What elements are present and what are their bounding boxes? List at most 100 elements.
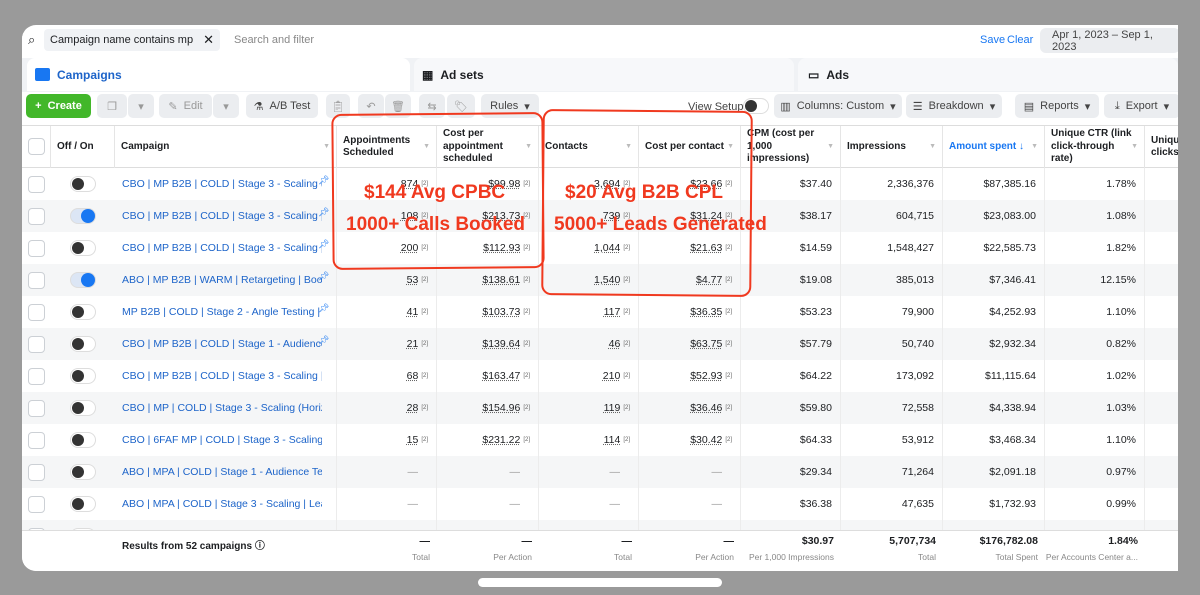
clear-filter-link[interactable]: Clear bbox=[1007, 34, 1033, 46]
campaign-name-link[interactable]: MP B2B | COLD | Stage 2 - Angle Testing … bbox=[122, 296, 322, 328]
date-range-picker[interactable]: Apr 1, 2023 – Sep 1, 2023 bbox=[1040, 28, 1178, 53]
attribution-marker[interactable]: [2] bbox=[725, 437, 732, 443]
campaign-toggle[interactable] bbox=[70, 208, 96, 224]
sort-caret-icon[interactable]: ▼ bbox=[929, 143, 936, 152]
campaign-toggle[interactable] bbox=[70, 240, 96, 256]
row-checkbox[interactable] bbox=[28, 176, 45, 193]
pin-icon[interactable]: 📌︎ bbox=[318, 239, 329, 250]
attribution-marker[interactable]: [2] bbox=[421, 437, 428, 443]
attribution-marker[interactable]: [2] bbox=[623, 405, 630, 411]
table-row[interactable]: MP B2B | COLD | Stage 2 - Angle Testing … bbox=[22, 296, 1178, 328]
table-row[interactable]: ABO | MPA | COLD | Stage 3 - Scaling | L… bbox=[22, 488, 1178, 520]
edit-button[interactable]: ✎ Edit bbox=[159, 94, 212, 118]
column-header-amount-spent[interactable]: Amount spent ↓ ▼ bbox=[942, 126, 1044, 168]
column-header-impressions[interactable]: Impressions ▼ bbox=[840, 126, 942, 168]
reports-button[interactable]: ▤ Reports ▾ bbox=[1015, 94, 1099, 118]
campaign-name-link[interactable]: CBO | MP B2B | COLD | Stage 3 - Scaling … bbox=[122, 200, 322, 232]
row-checkbox[interactable] bbox=[28, 336, 45, 353]
table-row[interactable]: CBO | MP | COLD | Stage 3 - Scaling (Hor… bbox=[22, 392, 1178, 424]
campaign-name-link[interactable]: ABO | MP B2B | WARM | Retargeting | Boo.… bbox=[122, 264, 322, 296]
table-row[interactable]: CBO | 6FAF MP | COLD | Stage 3 - Scaling… bbox=[22, 424, 1178, 456]
info-icon[interactable]: ⓘ bbox=[255, 541, 265, 552]
campaign-name-link[interactable]: ABO | MPA | COLD | Stage 1 - Audience Te… bbox=[122, 456, 322, 488]
campaign-name-link[interactable]: CBO | MP B2B | COLD | Stage 3 - Scaling … bbox=[122, 232, 322, 264]
table-row[interactable]: CBO | MP B2B | COLD | Stage 3 - Scaling … bbox=[22, 360, 1178, 392]
campaign-name-link[interactable]: CBO | MP B2B | COLD | Stage 3 - Scaling … bbox=[122, 168, 322, 200]
column-header-unique-ctr[interactable]: Unique CTR (link click-through rate) ▼ bbox=[1044, 126, 1144, 168]
attribution-marker[interactable]: [2] bbox=[623, 373, 630, 379]
edit-dropdown[interactable]: ▾ bbox=[213, 94, 239, 118]
attribution-marker[interactable]: [2] bbox=[523, 437, 530, 443]
row-checkbox[interactable] bbox=[28, 432, 45, 449]
row-checkbox[interactable] bbox=[28, 400, 45, 417]
table-row[interactable]: ABO | MPA | COLD | Stage 1 - Audience Te… bbox=[22, 456, 1178, 488]
column-header-campaign[interactable]: Campaign ▼ bbox=[114, 126, 336, 168]
export-button[interactable]: ⤓ Export ▾ bbox=[1104, 94, 1178, 118]
campaign-name-link[interactable]: CBO | 6FAF MP | COLD | Stage 3 - Scaling… bbox=[122, 424, 322, 456]
row-checkbox[interactable] bbox=[28, 368, 45, 385]
tab-ad-sets[interactable]: ▦ Ad sets bbox=[414, 58, 794, 91]
campaign-name-link[interactable]: CBO | MP B2B | COLD | Stage 1 - Audience… bbox=[122, 328, 322, 360]
campaign-toggle[interactable] bbox=[70, 336, 96, 352]
campaign-toggle[interactable] bbox=[70, 304, 96, 320]
pin-icon[interactable]: 📌︎ bbox=[318, 271, 329, 282]
sort-caret-icon[interactable]: ▼ bbox=[323, 143, 330, 152]
filter-chip[interactable]: Campaign name contains mp ✕ bbox=[44, 29, 220, 51]
attribution-marker[interactable]: [2] bbox=[523, 405, 530, 411]
attribution-marker[interactable]: [2] bbox=[523, 309, 530, 315]
campaign-name-link[interactable]: CBO | MP | COLD | Stage 3 - Scaling (Hor… bbox=[122, 392, 322, 424]
column-header-unique-clicks[interactable]: Unique clicks bbox=[1144, 126, 1178, 168]
row-checkbox[interactable] bbox=[28, 240, 45, 257]
select-all-checkbox[interactable] bbox=[28, 138, 45, 155]
breakdown-button[interactable]: ☰ Breakdown ▾ bbox=[906, 94, 1002, 118]
attribution-marker[interactable]: [2] bbox=[725, 405, 732, 411]
column-header-off-on[interactable]: Off / On bbox=[50, 126, 114, 168]
search-bar[interactable]: ⌕ Campaign name contains mp ✕ Search and… bbox=[22, 28, 1037, 52]
row-checkbox[interactable] bbox=[28, 208, 45, 225]
campaign-toggle[interactable] bbox=[70, 176, 96, 192]
sort-caret-icon[interactable]: ▼ bbox=[1031, 143, 1038, 152]
columns-button[interactable]: ▥ Columns: Custom ▾ bbox=[774, 94, 902, 118]
campaign-toggle[interactable] bbox=[70, 496, 96, 512]
close-icon[interactable]: ✕ bbox=[203, 32, 214, 48]
campaign-name-link[interactable]: CBO | MP B2B | COLD | Stage 3 - Scaling … bbox=[122, 360, 322, 392]
campaign-toggle[interactable] bbox=[70, 272, 96, 288]
create-button[interactable]: + Create bbox=[26, 94, 91, 118]
table-row[interactable]: CBO | MP B2B | COLD | Stage 1 - Audience… bbox=[22, 328, 1178, 360]
attribution-marker[interactable]: [2] bbox=[725, 341, 732, 347]
row-checkbox[interactable] bbox=[28, 272, 45, 289]
row-checkbox[interactable] bbox=[28, 304, 45, 321]
pin-icon[interactable]: 📌︎ bbox=[318, 207, 329, 218]
attribution-marker[interactable]: [2] bbox=[623, 309, 630, 315]
attribution-marker[interactable]: [2] bbox=[523, 341, 530, 347]
campaign-toggle[interactable] bbox=[70, 464, 96, 480]
attribution-marker[interactable]: [2] bbox=[421, 309, 428, 315]
attribution-marker[interactable]: [2] bbox=[421, 341, 428, 347]
attribution-marker[interactable]: [2] bbox=[523, 373, 530, 379]
pin-icon[interactable]: 📌︎ bbox=[318, 335, 329, 346]
campaign-toggle[interactable] bbox=[70, 432, 96, 448]
attribution-marker[interactable]: [2] bbox=[725, 309, 732, 315]
pin-icon[interactable]: 📌︎ bbox=[318, 175, 329, 186]
row-checkbox[interactable] bbox=[28, 496, 45, 513]
attribution-marker[interactable]: [2] bbox=[421, 373, 428, 379]
attribution-marker[interactable]: [2] bbox=[421, 277, 428, 283]
attribution-marker[interactable]: [2] bbox=[725, 373, 732, 379]
save-filter-link[interactable]: Save bbox=[980, 34, 1005, 46]
pin-icon[interactable]: 📌︎ bbox=[318, 303, 329, 314]
attribution-marker[interactable]: [2] bbox=[523, 277, 530, 283]
duplicate-dropdown[interactable]: ▾ bbox=[128, 94, 154, 118]
campaign-toggle[interactable] bbox=[70, 400, 96, 416]
ab-test-button[interactable]: ⚗ A/B Test bbox=[246, 94, 318, 118]
row-checkbox[interactable] bbox=[28, 464, 45, 481]
tab-ads[interactable]: ▭ Ads bbox=[798, 58, 1178, 91]
duplicate-button[interactable]: ❐ bbox=[97, 94, 127, 118]
attribution-marker[interactable]: [2] bbox=[421, 405, 428, 411]
search-input[interactable]: Search and filter bbox=[234, 34, 314, 46]
sort-caret-icon[interactable]: ▼ bbox=[1131, 143, 1138, 152]
column-header-cpm[interactable]: CPM (cost per 1,000 impressions) ▼ bbox=[740, 126, 840, 168]
sort-caret-icon[interactable]: ▼ bbox=[827, 143, 834, 152]
attribution-marker[interactable]: [2] bbox=[623, 341, 630, 347]
attribution-marker[interactable]: [2] bbox=[623, 437, 630, 443]
campaign-toggle[interactable] bbox=[70, 368, 96, 384]
